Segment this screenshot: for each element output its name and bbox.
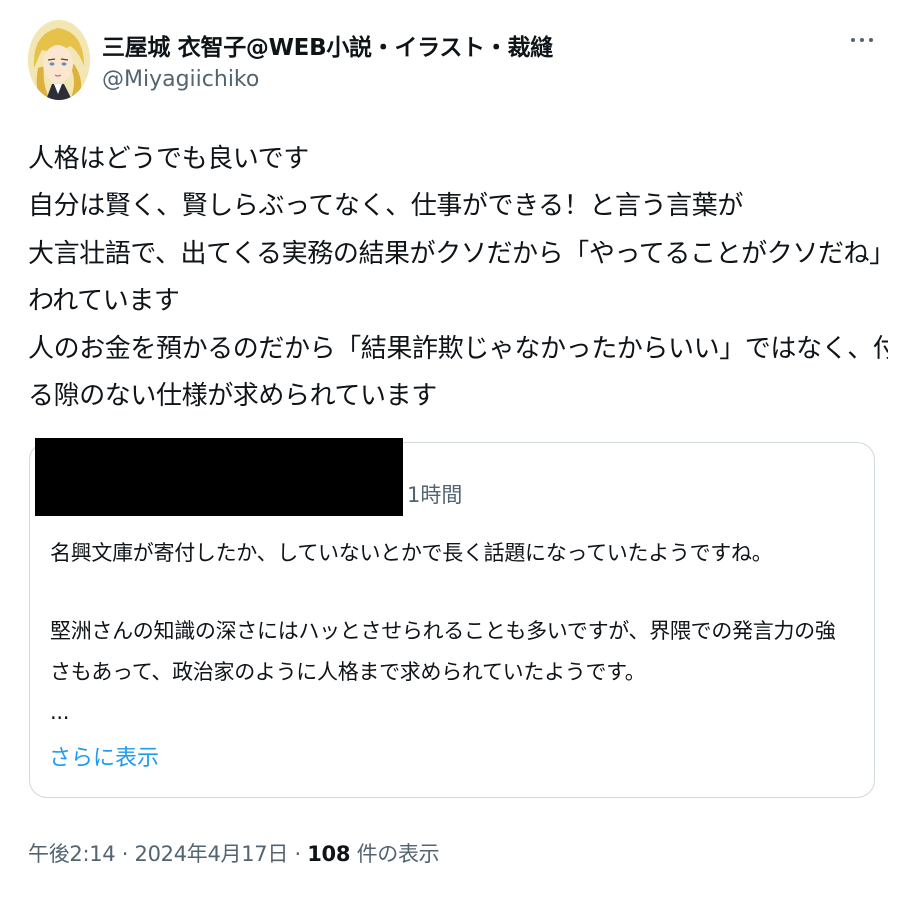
tweet-text-line: 自分は賢く、賢しらぶってなく、仕事ができる！と言う言葉が bbox=[28, 191, 743, 222]
tweet-text-line: 大言壮語で、出てくる実務の結果がクソだから「やってることがクソだね」と言 bbox=[28, 238, 888, 269]
tweet-text-line: る隙のない仕様が求められています bbox=[28, 380, 437, 411]
more-horizontal-icon bbox=[851, 38, 855, 42]
meta-separator: · bbox=[121, 842, 129, 866]
avatar[interactable] bbox=[28, 20, 90, 100]
quoted-tweet-line: 名興文庫が寄付したか、していないとかで長く話題になっていたようですね。 bbox=[50, 541, 773, 565]
tweet-text-line: われています bbox=[28, 286, 180, 317]
tweet-text-line: 人のお金を預かるのだから「結果詐欺じゃなかったからいい」ではなく、付け入 bbox=[28, 333, 888, 364]
views-count: 108 bbox=[307, 842, 351, 866]
tweet-meta: 午後2:14 · 2024年4月17日 · 108 件の表示 bbox=[28, 838, 440, 868]
author-display-name[interactable]: 三屋城 衣智子@WEB小説・イラスト・裁縫 bbox=[102, 28, 553, 62]
quoted-tweet-time[interactable]: 1時間 bbox=[407, 479, 462, 509]
more-options-button[interactable] bbox=[846, 26, 878, 54]
illustrated-portrait-avatar-icon bbox=[28, 20, 90, 100]
tweet: 三屋城 衣智子@WEB小説・イラスト・裁縫 @Miyagiichiko 人格はど… bbox=[0, 0, 905, 905]
tweet-date[interactable]: 2024年4月17日 bbox=[135, 842, 289, 866]
redaction-box bbox=[35, 438, 403, 516]
tweet-text-line: 人格はどうでも良いです bbox=[28, 144, 309, 174]
author-handle[interactable]: @Miyagiichiko bbox=[102, 67, 259, 92]
quoted-tweet-line: 堅洲さんの知識の深さにはハッとさせられることも多いですが、界隈での発言力の強 bbox=[50, 619, 836, 643]
tweet-text: 人格はどうでも良いです 自分は賢く、賢しらぶってなく、仕事ができる！と言う言葉が… bbox=[28, 136, 888, 420]
views-label: 件の表示 bbox=[356, 842, 440, 866]
show-more-link[interactable]: さらに表示 bbox=[49, 740, 159, 772]
quoted-tweet-line: さもあって、政治家のように人格まで求められていたようです。 bbox=[50, 660, 646, 684]
quoted-tweet-ellipsis: ... bbox=[50, 700, 70, 724]
meta-separator: · bbox=[294, 842, 301, 866]
tweet-time[interactable]: 午後2:14 bbox=[28, 842, 116, 866]
